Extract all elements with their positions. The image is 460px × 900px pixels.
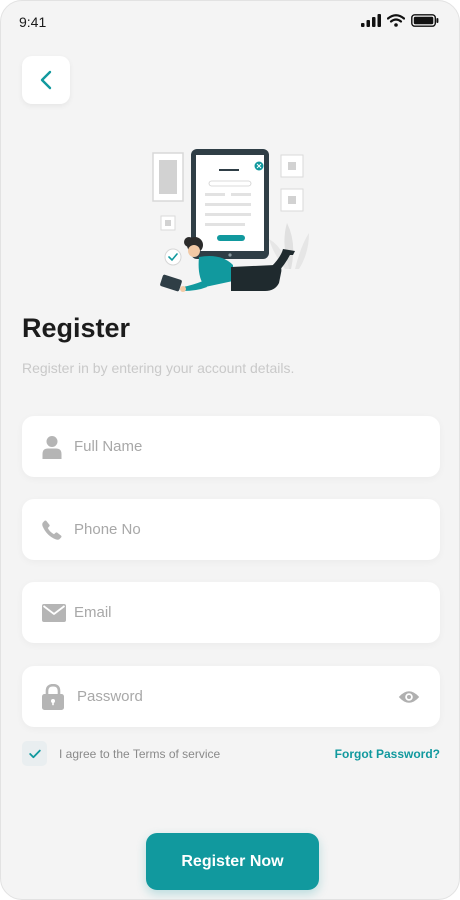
- status-time: 9:41: [19, 14, 47, 30]
- back-button[interactable]: [22, 56, 70, 104]
- register-illustration: [152, 149, 309, 292]
- email-input[interactable]: [74, 582, 390, 643]
- phone-field[interactable]: [22, 499, 440, 560]
- forgot-password-link[interactable]: Forgot Password?: [335, 747, 440, 761]
- chevron-left-icon: [40, 70, 52, 90]
- page-subtitle: Register in by entering your account det…: [22, 360, 295, 376]
- terms-checkbox[interactable]: [22, 741, 47, 766]
- wifi-icon: [387, 14, 405, 27]
- status-bar: 9:41: [1, 1, 459, 43]
- full-name-field[interactable]: [22, 416, 440, 477]
- password-field[interactable]: [22, 666, 440, 727]
- register-now-button[interactable]: Register Now: [146, 833, 319, 890]
- phone-input[interactable]: [74, 499, 390, 560]
- signal-icon: [361, 14, 381, 27]
- checkmark-icon: [28, 749, 41, 758]
- phone-icon: [42, 520, 62, 540]
- terms-label: I agree to the Terms of service: [59, 747, 221, 761]
- email-field[interactable]: [22, 582, 440, 643]
- full-name-input[interactable]: [74, 416, 390, 477]
- status-icons: [361, 14, 439, 27]
- eye-icon[interactable]: [398, 690, 420, 704]
- phone-screen: 9:41 Register Register in by entering yo…: [0, 0, 460, 900]
- password-input[interactable]: [77, 666, 390, 727]
- page-title: Register: [22, 313, 131, 343]
- lock-icon: [42, 683, 64, 710]
- battery-icon: [411, 14, 439, 27]
- terms-row: I agree to the Terms of service Forgot P…: [22, 741, 440, 767]
- user-icon: [42, 435, 62, 459]
- mail-icon: [42, 603, 66, 622]
